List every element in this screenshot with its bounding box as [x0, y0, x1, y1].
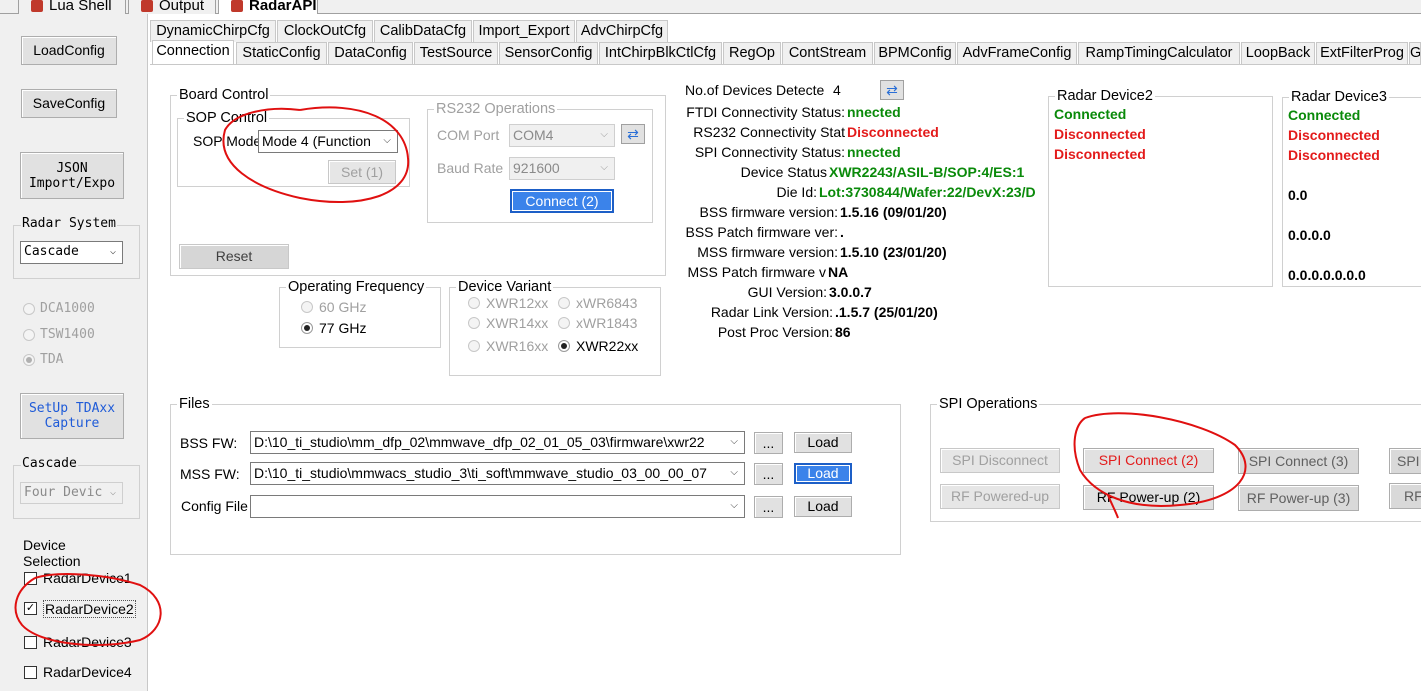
annotation-circle-spi: [1073, 412, 1247, 519]
annotation-circle-sop: [222, 106, 410, 204]
annotation-circle-device2: [14, 573, 162, 646]
annotation-overlay: [14, 106, 1247, 646]
